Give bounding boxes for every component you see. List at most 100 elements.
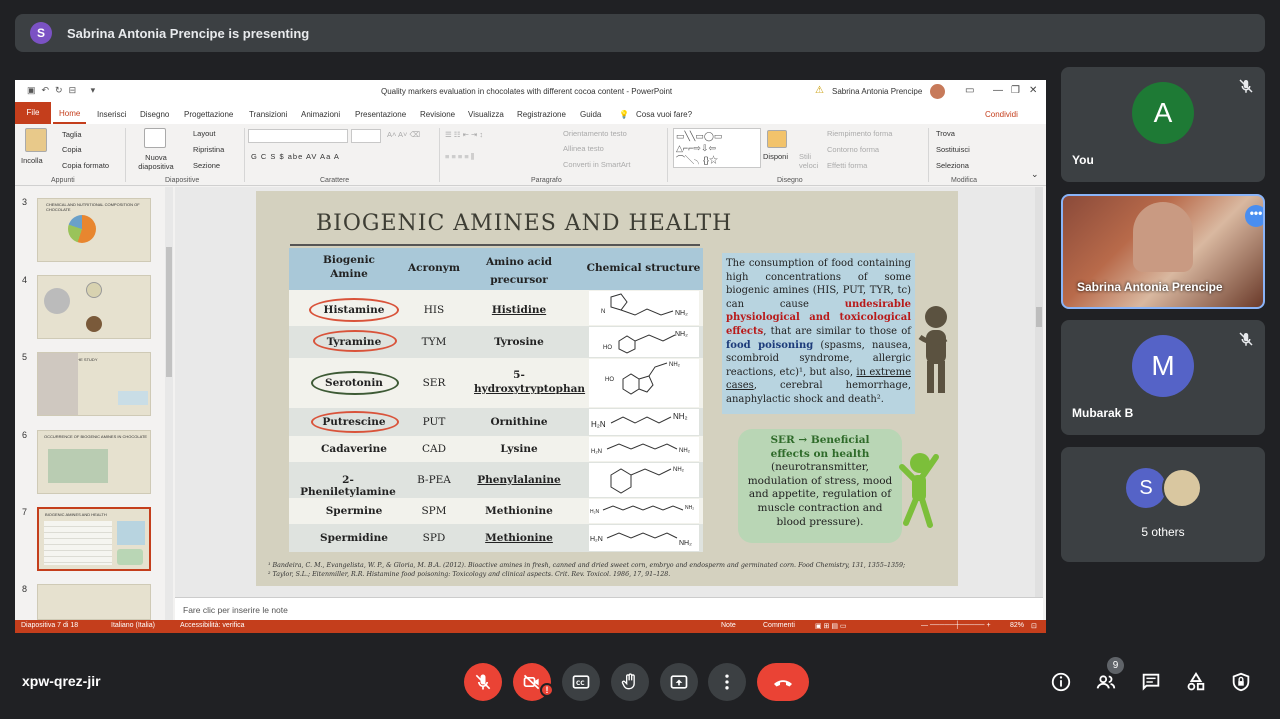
camera-toggle-button[interactable]: ! <box>513 663 554 701</box>
view-buttons-icon[interactable]: ▣ ⊞ ▤ ▭ <box>815 622 847 630</box>
list-buttons[interactable]: ☰ ☷ ⇤ ⇥ ↕ <box>445 130 483 139</box>
tab-progettazione[interactable]: Progettazione <box>184 110 233 119</box>
shapes-gallery[interactable]: ▭╲╲▭◯▭ △⌐⌐⇨⇩⇦ ⌒╲╮{}☆ <box>673 128 761 168</box>
tab-disegno[interactable]: Disegno <box>140 110 169 119</box>
spermine-structure: H₂N NH₂ <box>589 499 699 523</box>
meeting-details-button[interactable] <box>1049 670 1073 694</box>
tab-presentazione[interactable]: Presentazione <box>355 110 406 119</box>
font-grow-icons[interactable]: A˄ A˅ ⌫ <box>387 130 420 139</box>
thumb-slide-5[interactable]: AIM OF THE STUDY <box>37 352 151 416</box>
svg-text:NH₂: NH₂ <box>673 412 688 421</box>
zoom-slider[interactable]: — ─────┼───── + <box>921 622 991 629</box>
cut-button[interactable]: Taglia <box>62 130 82 139</box>
participant-tile-you[interactable]: A You <box>1061 67 1265 182</box>
mic-off-icon <box>1239 79 1253 93</box>
new-slide-button[interactable]: Nuova diapositiva <box>131 153 181 171</box>
meeting-code[interactable]: xpw-qrez-jir <box>22 673 101 689</box>
svg-text:H₂N: H₂N <box>591 449 602 455</box>
fit-slide-icon[interactable]: ⊡ <box>1031 622 1037 630</box>
format-painter-button[interactable]: Copia formato <box>62 161 109 170</box>
shape-fill-button[interactable]: Riempimento forma <box>827 129 892 138</box>
shape-effects-button[interactable]: Effetti forma <box>827 161 867 170</box>
smartart-button[interactable]: Converti in SmartArt <box>563 160 631 169</box>
activities-button[interactable] <box>1184 670 1208 694</box>
avatar-photo <box>1162 468 1202 508</box>
shape-outline-button[interactable]: Contorno forma <box>827 145 879 154</box>
participant-tile-mubarak[interactable]: M Mubarak B <box>1061 320 1265 435</box>
table-row: Cadaverine CAD Lysine H₂N NH₂ <box>289 436 703 462</box>
ppt-statusbar: Diapositiva 7 di 18 Italiano (Italia) Ac… <box>15 620 1046 633</box>
avatar: M <box>1132 335 1194 397</box>
tell-me-search[interactable]: Cosa vuoi fare? <box>636 110 692 119</box>
status-language[interactable]: Italiano (Italia) <box>111 622 155 629</box>
paste-icon[interactable] <box>25 128 47 152</box>
paste-label[interactable]: Incolla <box>21 156 43 165</box>
new-slide-icon[interactable] <box>144 128 166 148</box>
tab-guida[interactable]: Guida <box>580 110 601 119</box>
text-direction-button[interactable]: Orientamento testo <box>563 129 627 138</box>
copy-button[interactable]: Copia <box>62 145 82 154</box>
tab-file[interactable]: File <box>15 102 51 124</box>
tab-visualizza[interactable]: Visualizza <box>468 110 504 119</box>
host-controls-button[interactable] <box>1229 670 1253 694</box>
thumb-slide-7[interactable]: BIOGENIC AMINES AND HEALTH <box>37 507 151 571</box>
status-notes[interactable]: Note <box>721 622 736 629</box>
status-zoom[interactable]: 82% <box>1010 622 1024 629</box>
leave-call-button[interactable] <box>757 663 809 701</box>
warning-icon[interactable]: ⚠ <box>815 85 824 96</box>
align-buttons[interactable]: ≡ ≡ ≡ ≡ ⫼ <box>445 152 474 162</box>
ppt-user-avatar[interactable] <box>930 84 945 99</box>
ribbon-options-icon[interactable]: ▭ <box>965 85 974 96</box>
thumb-slide-4[interactable] <box>37 275 151 339</box>
tab-home[interactable]: Home <box>53 102 87 124</box>
quick-access-icons[interactable]: ▣↶↻⊟ ▾ <box>27 85 101 96</box>
replace-button[interactable]: Sostituisci <box>936 145 970 154</box>
thumb-slide-8[interactable] <box>37 584 151 620</box>
arrange-button[interactable]: Disponi <box>763 152 788 161</box>
captions-button[interactable]: CC <box>562 663 600 701</box>
participant-name: Mubarak B <box>1072 406 1134 420</box>
mic-off-icon <box>475 674 491 690</box>
editor-scrollbar[interactable] <box>1035 187 1043 597</box>
font-name-input[interactable] <box>248 129 348 143</box>
font-format-buttons[interactable]: G C S $ abe AV Aa A <box>251 152 340 161</box>
restore-icon[interactable]: ❐ <box>1011 85 1020 96</box>
participant-tile-others[interactable]: S 5 others <box>1061 447 1265 562</box>
mic-toggle-button[interactable] <box>464 663 502 701</box>
people-button[interactable]: 9 <box>1094 657 1124 694</box>
status-accessibility[interactable]: Accessibilità: verifica <box>180 622 245 629</box>
more-options-button[interactable] <box>708 663 746 701</box>
close-icon[interactable]: ✕ <box>1029 85 1037 96</box>
collapse-ribbon-icon[interactable]: ⌄ <box>1031 169 1039 180</box>
participant-tile-sabrina[interactable]: ••• Sabrina Antonia Prencipe <box>1061 194 1265 309</box>
present-button[interactable] <box>660 663 698 701</box>
ser-benefits-box: SER → Beneficial effects on health (neur… <box>738 429 902 543</box>
thumb-slide-6[interactable]: OCCURRENCE OF BIOGENIC AMINES IN CHOCOLA… <box>37 430 151 494</box>
tab-inserisci[interactable]: Inserisci <box>97 110 126 119</box>
align-text-button[interactable]: Allinea testo <box>563 144 604 153</box>
more-options-icon[interactable]: ••• <box>1245 205 1263 227</box>
quick-styles-button[interactable]: Stili veloci <box>799 152 823 170</box>
reset-button[interactable]: Ripristina <box>193 145 224 154</box>
thumb-slide-3[interactable]: CHEMICAL AND NUTRITIONAL COMPOSITION OF … <box>37 198 151 262</box>
tab-animazioni[interactable]: Animazioni <box>301 110 340 119</box>
thumbnails-scrollbar[interactable] <box>165 187 173 620</box>
select-button[interactable]: Seleziona <box>936 161 969 170</box>
minimize-icon[interactable]: — <box>993 85 1003 96</box>
tab-revisione[interactable]: Revisione <box>420 110 455 119</box>
cadaverine-structure: H₂N NH₂ <box>589 437 699 461</box>
section-button[interactable]: Sezione <box>193 161 220 170</box>
notes-pane[interactable]: Fare clic per inserire le note <box>175 597 1043 620</box>
tab-registrazione[interactable]: Registrazione <box>517 110 566 119</box>
font-size-input[interactable] <box>351 129 381 143</box>
share-button[interactable]: Condividi <box>985 110 1018 119</box>
find-button[interactable]: Trova <box>936 129 955 138</box>
tab-transizioni[interactable]: Transizioni <box>249 110 287 119</box>
slide-canvas[interactable]: BIOGENIC AMINES AND HEALTH Biogenic Amine… <box>256 191 958 586</box>
layout-button[interactable]: Layout <box>193 129 216 138</box>
chat-button[interactable] <box>1139 670 1163 694</box>
participant-name: Sabrina Antonia Prencipe <box>1077 280 1223 294</box>
raise-hand-button[interactable] <box>611 663 649 701</box>
status-comments[interactable]: Commenti <box>763 622 795 629</box>
arrange-icon[interactable] <box>767 130 787 148</box>
